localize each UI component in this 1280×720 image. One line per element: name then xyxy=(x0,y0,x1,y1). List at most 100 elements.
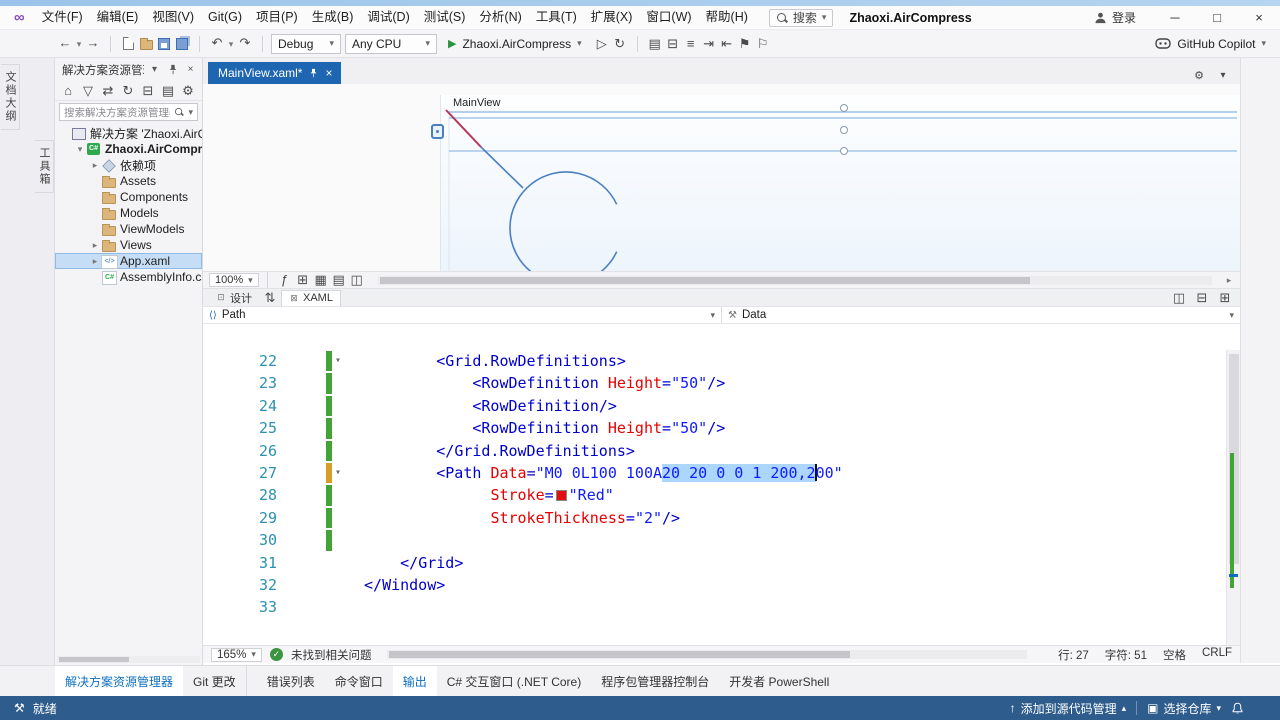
tree-item[interactable]: Assets xyxy=(55,173,202,189)
comment-icon[interactable]: ≡ xyxy=(682,34,700,52)
panel-tab[interactable]: 解决方案资源管理器 xyxy=(55,666,184,696)
start-debugging-button[interactable]: ▶ Zhaoxi.AirCompress ▾ xyxy=(441,34,589,54)
background-tasks-icon[interactable]: ⚒ xyxy=(14,701,25,715)
window-position-icon[interactable]: ▾ xyxy=(147,62,162,77)
menu-item[interactable]: 项目(P) xyxy=(249,6,305,29)
new-file-icon[interactable] xyxy=(119,34,137,52)
gear-icon[interactable]: ⚙ xyxy=(1190,66,1208,84)
menu-item[interactable]: 编辑(E) xyxy=(90,6,146,29)
tree-item[interactable]: ▸ Views xyxy=(55,237,202,253)
spaces-indicator[interactable]: 空格 xyxy=(1163,647,1186,663)
tree-item[interactable]: AssemblyInfo.cs xyxy=(55,269,202,285)
sign-in-button[interactable]: 登录 xyxy=(1094,9,1136,26)
indent-icon[interactable]: ⇥ xyxy=(700,35,718,53)
show-all-files-icon[interactable]: ▤ xyxy=(159,82,177,100)
menu-item[interactable]: 分析(N) xyxy=(472,6,528,29)
code-line[interactable]: 29 StrokeThickness="2"/> xyxy=(203,507,1240,529)
expander-icon[interactable]: ▸ xyxy=(89,256,101,267)
code-line[interactable]: 33 xyxy=(203,596,1240,618)
forward-icon[interactable]: → xyxy=(84,34,102,52)
code-line[interactable]: 31 </Grid> xyxy=(203,552,1240,574)
close-icon[interactable]: × xyxy=(183,62,198,77)
select-repository-button[interactable]: ▣ 选择仓库 ▾ xyxy=(1147,700,1221,717)
refresh-icon[interactable]: ↻ xyxy=(119,82,137,100)
split-vertical-icon[interactable]: ◫ xyxy=(1170,289,1188,307)
expand-pane-icon[interactable]: ⊞ xyxy=(1216,289,1234,307)
tree-item[interactable]: Components xyxy=(55,189,202,205)
outdent-icon[interactable]: ⇤ xyxy=(718,35,736,53)
snap-lines-icon[interactable]: ◫ xyxy=(348,271,366,289)
designer-zoom-select[interactable]: 100% ▾ xyxy=(209,273,259,287)
editor-zoom-select[interactable]: 165% ▾ xyxy=(211,647,262,662)
pin-icon[interactable] xyxy=(309,68,318,78)
panel-tab[interactable]: 输出 xyxy=(392,666,437,696)
maximize-button[interactable]: □ xyxy=(1196,6,1238,29)
notifications-bell-button[interactable] xyxy=(1231,702,1244,715)
collapse-all-icon[interactable]: ⊟ xyxy=(139,82,157,100)
tree-item[interactable]: ViewModels xyxy=(55,221,202,237)
configuration-select[interactable]: Debug ▾ xyxy=(271,33,341,54)
editor-vertical-scrollbar[interactable] xyxy=(1226,350,1240,645)
bookmark-icon[interactable]: ⚑ xyxy=(736,35,754,53)
expander-icon[interactable]: ▸ xyxy=(89,240,101,251)
code-line[interactable]: 32 </Window> xyxy=(203,574,1240,596)
breadcrumb-element[interactable]: ⟨⟩ Path ▾ xyxy=(203,307,721,323)
panel-tab[interactable]: C# 交互窗口 (.NET Core) xyxy=(437,666,591,696)
menu-item[interactable]: 文件(F) xyxy=(35,6,90,29)
scroll-right-icon[interactable]: ▸ xyxy=(1224,271,1234,289)
profiler-icon[interactable]: ▤ xyxy=(646,35,664,53)
code-line[interactable]: 28 Stroke= "Red" xyxy=(203,484,1240,506)
copilot-badge[interactable]: GitHub Copilot ▾ xyxy=(1155,37,1266,51)
tree-item[interactable]: ▸ 依赖项 xyxy=(55,157,202,173)
split-horizontal-icon[interactable]: ⊟ xyxy=(1193,289,1211,307)
tree-item[interactable]: ▾ Zhaoxi.AirCompress xyxy=(55,141,202,157)
properties-icon[interactable]: ⚙ xyxy=(179,82,197,100)
undo-icon[interactable]: ↶ xyxy=(208,34,226,52)
menu-item[interactable]: 帮助(H) xyxy=(699,6,755,29)
menu-item[interactable]: 调试(D) xyxy=(360,6,416,29)
bookmark-list-icon[interactable]: ⚐ xyxy=(754,35,772,53)
panel-tab[interactable]: Git 更改 xyxy=(183,666,246,696)
breadcrumb-attribute[interactable]: ⚒ Data ▾ xyxy=(721,307,1240,323)
close-tab-icon[interactable]: × xyxy=(325,67,332,79)
menu-item[interactable]: 测试(S) xyxy=(417,6,473,29)
document-list-icon[interactable]: ▾ xyxy=(1214,66,1232,84)
solution-horizontal-scrollbar[interactable] xyxy=(57,656,200,663)
toolbox-rail-tab[interactable]: 工具箱 xyxy=(35,140,54,193)
line-ending-indicator[interactable]: CRLF xyxy=(1202,647,1232,663)
document-tab-mainview[interactable]: MainView.xaml* × xyxy=(208,62,341,84)
design-surface[interactable]: MainView xyxy=(440,95,1240,297)
tree-item[interactable]: 解决方案 'Zhaoxi.AirCompr xyxy=(55,125,202,141)
effects-icon[interactable]: ƒ xyxy=(276,271,294,289)
xaml-code-editor[interactable]: 22 ▾ <Grid.RowDefinitions> 23 <RowDefiniti… xyxy=(203,350,1240,645)
platform-select[interactable]: Any CPU ▾ xyxy=(345,33,437,54)
code-line[interactable]: 24 <RowDefinition/> xyxy=(203,395,1240,417)
designer-horizontal-scrollbar[interactable] xyxy=(377,275,1212,285)
add-to-source-control-button[interactable]: ↑ 添加到源代码管理 ▴ xyxy=(1010,700,1127,717)
minimize-button[interactable]: ─ xyxy=(1154,6,1196,29)
pin-icon[interactable] xyxy=(165,62,180,77)
filter-icon[interactable]: ▽ xyxy=(79,82,97,100)
breakpoint-window-icon[interactable]: ⊟ xyxy=(664,35,682,53)
panel-tab[interactable]: 程序包管理器控制台 xyxy=(591,666,719,696)
menu-item[interactable]: 工具(T) xyxy=(529,6,584,29)
code-line[interactable]: 22 ▾ <Grid.RowDefinitions> xyxy=(203,350,1240,372)
swap-panes-icon[interactable]: ⇅ xyxy=(261,289,279,307)
save-icon[interactable] xyxy=(155,35,173,53)
redo-icon[interactable]: ↷ xyxy=(236,34,254,52)
back-icon[interactable]: ← xyxy=(56,34,74,52)
code-line[interactable]: 25 <RowDefinition Height="50"/> xyxy=(203,417,1240,439)
expander-icon[interactable]: ▸ xyxy=(89,160,101,171)
expander-icon[interactable]: ▾ xyxy=(74,144,86,155)
panel-tab[interactable]: 命令窗口 xyxy=(325,666,393,696)
run-without-debug-icon[interactable]: ▷ xyxy=(593,35,611,53)
sync-active-document-icon[interactable]: ⇄ xyxy=(99,82,117,100)
document-outline-rail-tab[interactable]: 文档大纲 xyxy=(1,64,20,130)
design-view-tab[interactable]: ⊡ 设计 xyxy=(209,290,259,306)
back-dropdown-icon[interactable]: ▾ xyxy=(74,36,84,54)
fold-chevron-icon[interactable]: ▾ xyxy=(335,462,341,484)
undo-dropdown-icon[interactable]: ▾ xyxy=(226,35,236,53)
menu-item[interactable]: 生成(B) xyxy=(305,6,361,29)
panel-tab[interactable]: 开发者 PowerShell xyxy=(719,666,839,696)
code-line[interactable]: 26 </Grid.RowDefinitions> xyxy=(203,440,1240,462)
